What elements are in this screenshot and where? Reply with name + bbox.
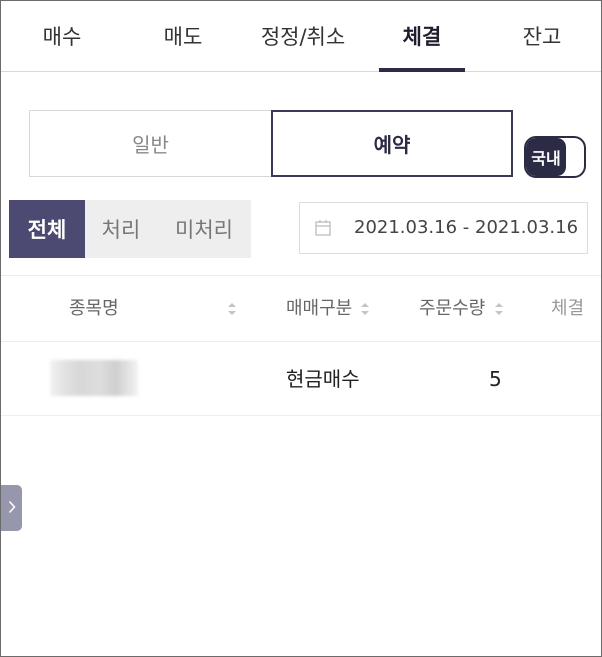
filter-all-button[interactable]: 전체 [9, 200, 85, 258]
tab-execution-label: 체결 [402, 25, 442, 49]
toggle-label: 국내 [531, 149, 561, 168]
tab-execution[interactable]: 체결 [379, 1, 465, 72]
toggle-knob: 국내 [526, 138, 566, 176]
order-qty-cell: 5 [489, 367, 502, 391]
calendar-icon [314, 219, 332, 237]
trade-type-cell: 현금매수 [286, 367, 360, 391]
table-row[interactable]: 현금매수 5 [1, 342, 601, 416]
column-execution[interactable]: 체결 [551, 276, 584, 342]
tab-buy[interactable]: 매수 [1, 1, 123, 71]
domestic-toggle[interactable]: 국내 [524, 136, 586, 178]
date-range-picker[interactable]: 2021.03.16 - 2021.03.16 [299, 202, 588, 254]
active-tab-indicator [379, 68, 465, 72]
column-stock-name[interactable]: 종목명 [69, 276, 119, 342]
column-trade-type[interactable]: 매매구분 [286, 276, 352, 342]
chevron-right-icon [8, 499, 16, 518]
sort-icon[interactable] [227, 302, 237, 316]
tab-balance[interactable]: 잔고 [483, 1, 601, 71]
tab-sell[interactable]: 매도 [123, 1, 243, 71]
top-tab-bar: 매수 매도 정정/취소 체결 잔고 [1, 1, 601, 72]
segment-reserve[interactable]: 예약 [271, 110, 513, 177]
sort-icon[interactable] [494, 302, 504, 316]
side-drawer-handle[interactable] [1, 485, 22, 531]
segment-normal[interactable]: 일반 [29, 110, 271, 177]
stock-name-redacted [50, 360, 138, 396]
date-range-text: 2021.03.16 - 2021.03.16 [354, 217, 579, 238]
filter-processed-button[interactable]: 처리 [85, 200, 157, 258]
tab-modify-cancel[interactable]: 정정/취소 [243, 1, 363, 71]
table-header: 종목명 매매구분 주문수량 체결 [1, 275, 601, 342]
filter-unprocessed-button[interactable]: 미처리 [157, 200, 251, 258]
column-order-qty[interactable]: 주문수량 [419, 276, 485, 342]
sort-icon[interactable] [360, 302, 370, 316]
